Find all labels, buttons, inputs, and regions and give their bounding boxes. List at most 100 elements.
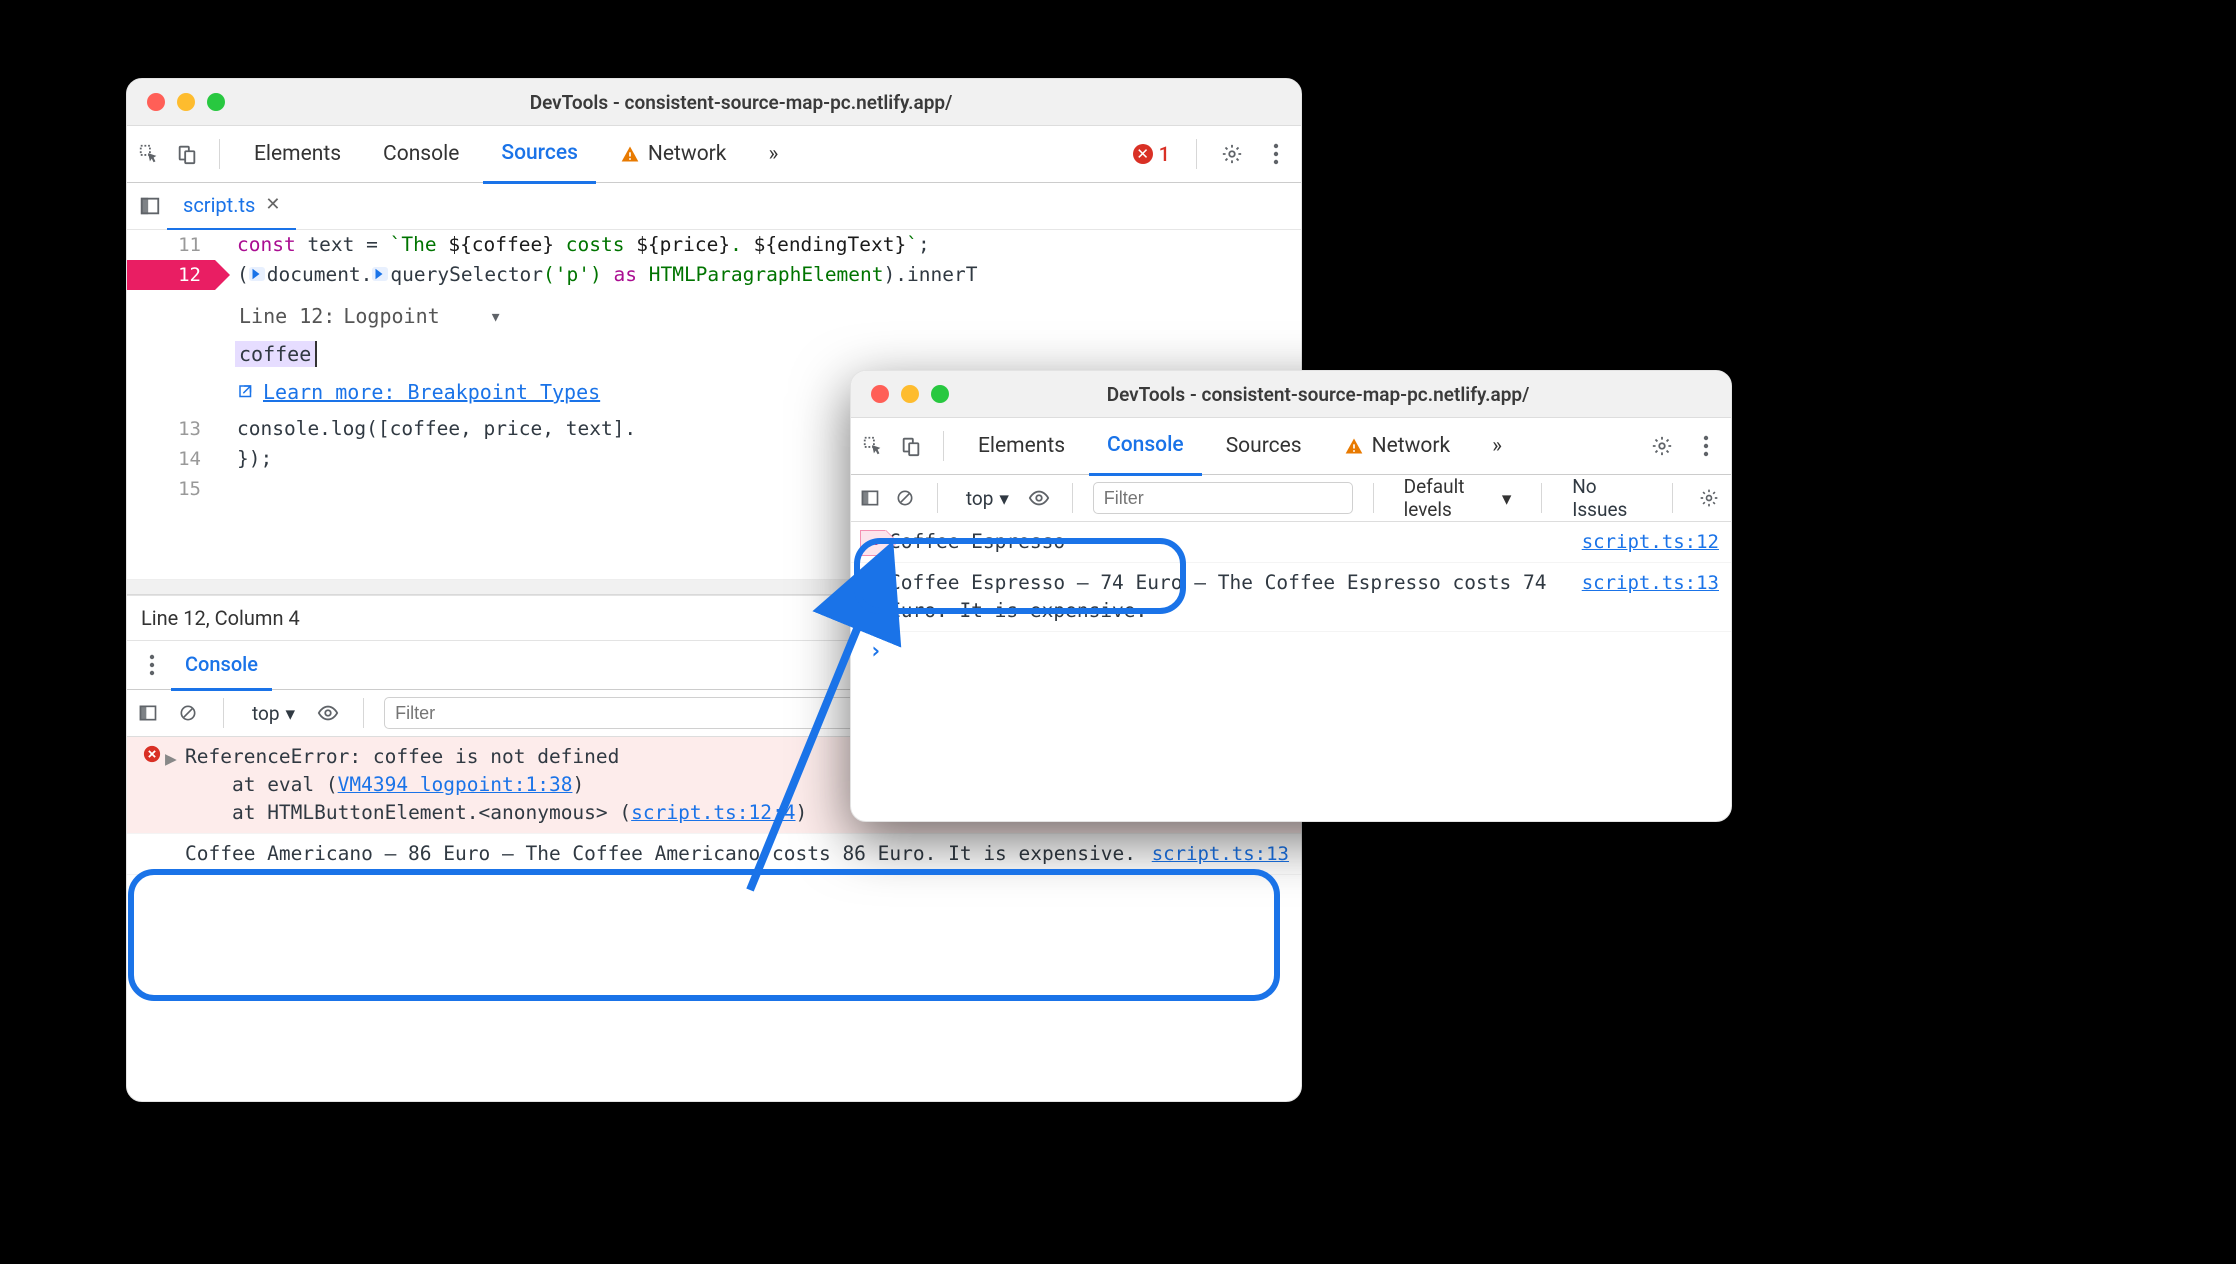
divider	[1672, 483, 1673, 513]
gear-icon[interactable]	[1643, 427, 1681, 465]
console-log-row[interactable]: Coffee Americano – 86 Euro – The Coffee …	[127, 834, 1301, 875]
logpoint-line-label: Line 12:	[239, 304, 335, 328]
tab-console[interactable]: Console	[365, 126, 477, 182]
sidebar-toggle-icon[interactable]	[857, 483, 882, 513]
close-icon[interactable]	[147, 93, 165, 111]
logpoint-learn-more-link[interactable]: Learn more: Breakpoint Types	[223, 380, 753, 414]
minimize-icon[interactable]	[901, 385, 919, 403]
stack-link[interactable]: VM4394 logpoint:1:38	[338, 773, 573, 796]
device-icon[interactable]	[171, 138, 203, 170]
tab-console[interactable]: Console	[1089, 417, 1202, 476]
kebab-icon[interactable]	[133, 646, 171, 684]
tab-elements[interactable]: Elements	[960, 418, 1083, 474]
minimize-icon[interactable]	[177, 93, 195, 111]
traffic-lights	[851, 385, 969, 403]
code-line-13: console.log([coffee, price, text].	[215, 414, 636, 444]
tabs-overflow[interactable]: »	[1474, 418, 1520, 474]
clear-console-icon[interactable]	[892, 483, 917, 513]
maximize-icon[interactable]	[931, 385, 949, 403]
expand-icon[interactable]: ▶	[165, 743, 185, 773]
eye-icon[interactable]	[1027, 483, 1052, 513]
inspect-icon[interactable]	[133, 138, 165, 170]
traffic-lights	[127, 93, 245, 111]
devtools-window-console: DevTools - consistent-source-map-pc.netl…	[850, 370, 1732, 822]
navigator-icon[interactable]	[133, 189, 167, 223]
kebab-icon[interactable]	[1257, 135, 1295, 173]
gutter-line[interactable]: 15	[127, 474, 215, 504]
maximize-icon[interactable]	[207, 93, 225, 111]
live-expression-icon	[372, 267, 388, 281]
console-prompt-row[interactable]	[851, 632, 1731, 672]
tabs-overflow[interactable]: »	[750, 126, 796, 182]
divider	[223, 698, 224, 728]
logpoint-type-select[interactable]: Logpoint ▾	[343, 304, 501, 328]
eye-icon[interactable]	[313, 698, 343, 728]
log-text: Coffee Americano – 86 Euro – The Coffee …	[185, 840, 1140, 868]
close-icon[interactable]	[871, 385, 889, 403]
cursor-position: Line 12, Column 4	[141, 606, 300, 630]
issues-label[interactable]: No Issues	[1562, 475, 1652, 521]
panel-tabs: Elements Console Sources Network » ✕ 1	[127, 126, 1301, 183]
context-selector[interactable]: top ▾	[244, 702, 303, 725]
logpoint-icon	[863, 528, 889, 556]
device-icon[interactable]	[895, 430, 927, 462]
divider	[943, 431, 944, 461]
context-selector[interactable]: top▾	[958, 487, 1017, 510]
error-icon: ✕	[1133, 144, 1153, 164]
kebab-icon[interactable]	[1687, 427, 1725, 465]
console-messages: Coffee Espresso script.ts:12 Coffee Espr…	[851, 522, 1731, 672]
filter-input[interactable]	[1093, 482, 1353, 514]
divider	[1541, 483, 1542, 513]
tab-sources[interactable]: Sources	[1208, 418, 1320, 474]
code-line-14: });	[215, 444, 272, 474]
code-line-11: const text = `The ${coffee} costs ${pric…	[215, 230, 930, 260]
tab-network[interactable]: Network	[602, 126, 745, 182]
chevron-down-icon: ▾	[999, 487, 1009, 510]
console-log-row[interactable]: Coffee Espresso – 74 Euro – The Coffee E…	[851, 563, 1731, 632]
chevron-down-icon: ▾	[1502, 487, 1512, 510]
file-tabs: script.ts ✕	[127, 183, 1301, 230]
log-text: Coffee Espresso – 74 Euro – The Coffee E…	[889, 569, 1570, 625]
file-tab-script-ts[interactable]: script.ts ✕	[167, 182, 296, 231]
gutter-line[interactable]: 11	[127, 230, 215, 260]
tab-elements[interactable]: Elements	[236, 126, 359, 182]
tab-sources[interactable]: Sources	[483, 125, 596, 184]
divider	[219, 139, 220, 169]
divider	[1072, 483, 1073, 513]
stack-link[interactable]: script.ts:12:4	[631, 801, 795, 824]
error-badge[interactable]: ✕ 1	[1123, 142, 1180, 166]
sidebar-toggle-icon[interactable]	[133, 698, 163, 728]
gear-icon[interactable]	[1213, 135, 1251, 173]
source-link[interactable]: script.ts:13	[1570, 569, 1719, 597]
gutter-line[interactable]: 13	[127, 414, 215, 444]
logpoint-type-label: Logpoint	[343, 304, 439, 328]
window-title: DevTools - consistent-source-map-pc.netl…	[245, 91, 1301, 114]
file-tab-label: script.ts	[183, 193, 255, 217]
breakpoint-gutter[interactable]: 12	[127, 260, 215, 290]
source-link[interactable]: script.ts:12	[1570, 528, 1719, 556]
console-logpoint-row[interactable]: Coffee Espresso script.ts:12	[851, 522, 1731, 563]
tab-network[interactable]: Network	[1326, 418, 1469, 474]
source-link[interactable]: script.ts:13	[1140, 840, 1289, 868]
titlebar: DevTools - consistent-source-map-pc.netl…	[127, 79, 1301, 126]
logpoint-learn-more-text: Learn more: Breakpoint Types	[263, 380, 600, 404]
warning-icon	[620, 144, 640, 164]
error-count: 1	[1159, 142, 1170, 166]
drawer-tab-console[interactable]: Console	[171, 640, 272, 691]
gear-icon[interactable]	[1693, 479, 1725, 517]
code-line-12: (document.querySelector('p') as HTMLPara…	[215, 260, 977, 290]
warning-icon	[1344, 436, 1364, 456]
console-toolbar: top▾ Default levels▾ No Issues	[851, 475, 1731, 522]
filter-field[interactable]	[1093, 482, 1353, 514]
logpoint-input[interactable]: coffee	[235, 342, 741, 366]
logpoint-header: Line 12: Logpoint ▾	[223, 296, 753, 336]
close-icon[interactable]: ✕	[265, 194, 280, 215]
filter-input[interactable]	[384, 697, 880, 729]
divider	[363, 698, 364, 728]
inspect-icon[interactable]	[857, 430, 889, 462]
levels-dropdown[interactable]: Default levels▾	[1394, 475, 1522, 521]
clear-console-icon[interactable]	[173, 698, 203, 728]
gutter-line[interactable]: 14	[127, 444, 215, 474]
filter-field[interactable]	[384, 697, 880, 729]
panel-tabs: Elements Console Sources Network »	[851, 418, 1731, 475]
